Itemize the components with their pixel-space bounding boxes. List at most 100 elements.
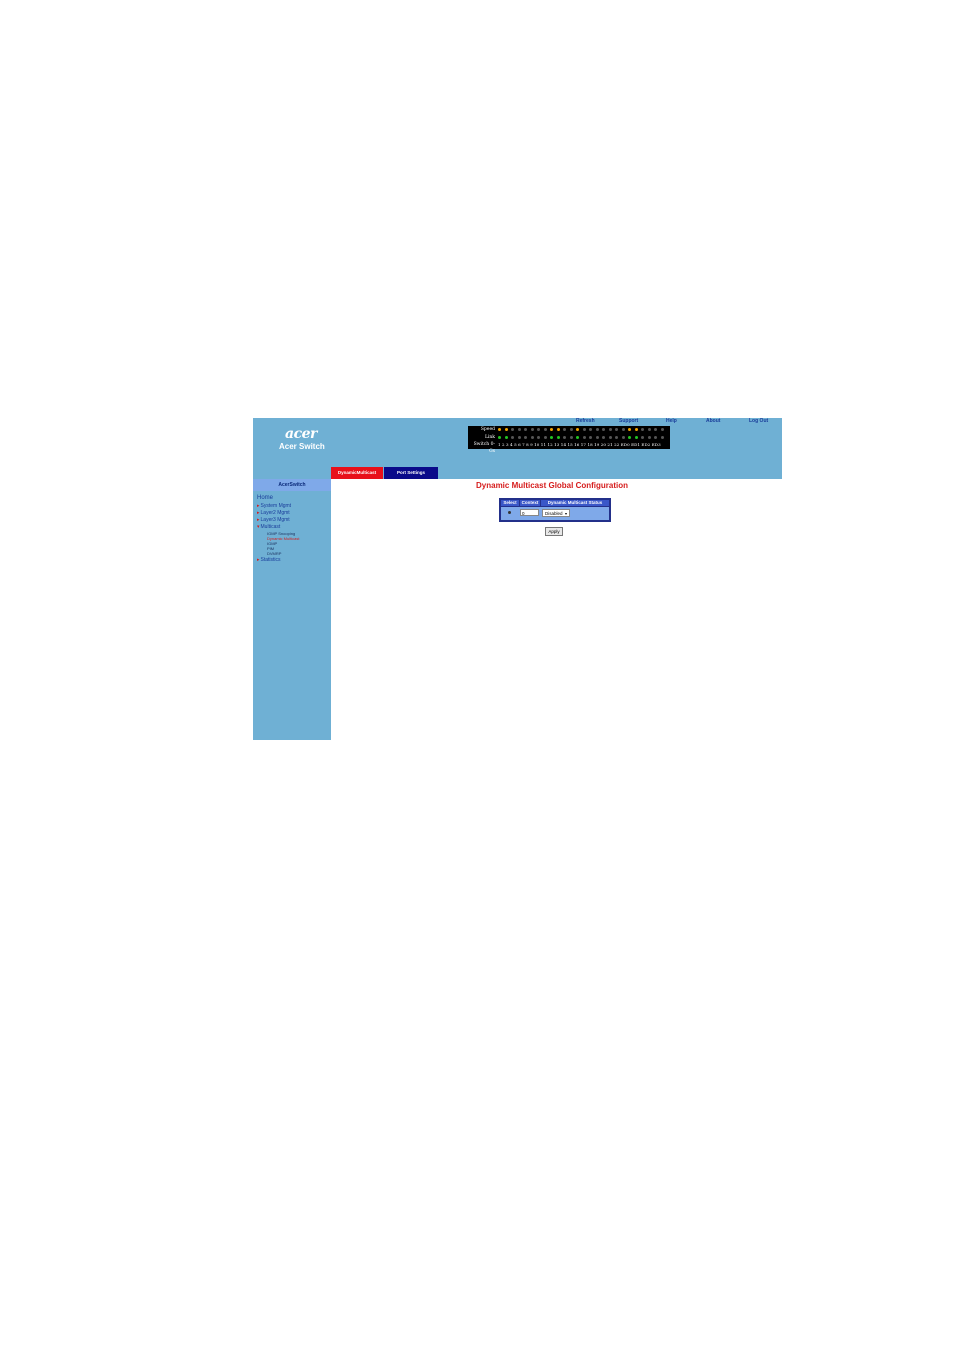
collapse-arrow-icon: ▾ (257, 524, 260, 530)
port-led (621, 428, 625, 431)
sidebar-item-multicast[interactable]: ▾Multicast (257, 524, 280, 530)
port-led (647, 428, 651, 431)
port-led (647, 436, 651, 439)
port-led (563, 436, 566, 439)
port-led (628, 428, 631, 431)
support-link[interactable]: Support (619, 418, 638, 424)
link-label: Link (484, 435, 495, 440)
port-led (608, 436, 612, 439)
port-led (634, 436, 638, 439)
acer-logo: acer (285, 426, 317, 442)
config-table: Select Context Dynamic Multicast Status … (499, 498, 611, 522)
port-led (543, 436, 547, 439)
expand-arrow-icon: ▸ (257, 503, 260, 509)
link-row: Link (468, 434, 670, 441)
tab-port-settings[interactable]: Port Settings (384, 467, 438, 479)
port-led (550, 428, 553, 431)
port-led (660, 428, 664, 431)
port-led (602, 428, 605, 431)
port-led (641, 436, 644, 439)
sidebar-item-system-mgmt[interactable]: ▸System Mgmt (257, 503, 291, 509)
header-context: Context (520, 500, 540, 506)
port-led (582, 436, 586, 439)
about-link[interactable]: About (706, 418, 720, 424)
port-led (628, 436, 631, 439)
port-led (576, 428, 579, 431)
expand-arrow-icon: ▸ (257, 510, 260, 516)
port-led (556, 428, 560, 431)
speed-row: Speed (468, 426, 670, 433)
sidebar-item-label: Layer3 Mgmt (260, 517, 290, 523)
port-led (589, 428, 592, 431)
port-led (602, 436, 605, 439)
port-led (576, 436, 579, 439)
port-led (582, 428, 586, 431)
port-number-row: Switch 0-Gs 1 2 3 4 5 6 7 8 9 10 11 12 1… (468, 441, 670, 454)
port-led (556, 436, 560, 439)
sidebar-item-label: Layer2 Mgmt (260, 510, 290, 516)
port-led (589, 436, 592, 439)
port-led (498, 436, 501, 439)
logout-link[interactable]: Log Out (749, 418, 768, 424)
switch-label: Switch 0-Gs (473, 442, 495, 454)
sidebar-item-layer3-mgmt[interactable]: ▸Layer3 Mgmt (257, 517, 290, 523)
port-led (504, 428, 508, 431)
port-led (498, 428, 501, 431)
port-led (595, 436, 599, 439)
port-led (504, 436, 508, 439)
page-title: Dynamic Multicast Global Configuration (476, 481, 629, 490)
port-led (550, 436, 553, 439)
port-led (530, 428, 534, 431)
refresh-link[interactable]: Refresh (576, 418, 595, 424)
sidebar-item-layer2-mgmt[interactable]: ▸Layer2 Mgmt (257, 510, 290, 516)
port-led (621, 436, 625, 439)
port-led (608, 428, 612, 431)
port-led (511, 428, 514, 431)
port-led (641, 428, 644, 431)
port-led (615, 436, 618, 439)
sidebar-item-statistics[interactable]: ▸Statistics (257, 557, 281, 563)
status-select[interactable]: Disabled ▾ (542, 509, 570, 517)
port-led (511, 436, 514, 439)
sidebar: AcerSwitch Home ▸System Mgmt ▸Layer2 Mgm… (253, 479, 331, 740)
port-led (517, 436, 521, 439)
port-numbers: 1 2 3 4 5 6 7 8 9 10 11 12 13 14 15 16 1… (498, 442, 661, 447)
port-led (530, 436, 534, 439)
help-link[interactable]: Help (666, 418, 677, 424)
port-led (615, 428, 618, 431)
expand-arrow-icon: ▸ (257, 517, 260, 523)
port-led (543, 428, 547, 431)
apply-button[interactable]: Apply (545, 527, 563, 536)
product-name: Acer Switch (279, 442, 325, 451)
port-led (537, 428, 540, 431)
status-value: Disabled (545, 511, 563, 516)
port-led (595, 428, 599, 431)
sidebar-item-label: Statistics (260, 557, 281, 563)
port-led (654, 428, 657, 431)
port-led (660, 436, 664, 439)
sidebar-title[interactable]: AcerSwitch (253, 479, 331, 491)
speed-label: Speed (480, 427, 495, 432)
port-status-panel: Speed Link Switch 0-Gs 1 2 3 4 5 6 7 8 9… (468, 426, 670, 454)
chevron-down-icon: ▾ (564, 511, 567, 516)
switch-web-ui: acer Acer Switch Refresh Support Help Ab… (253, 418, 782, 740)
expand-arrow-icon: ▸ (257, 557, 260, 563)
main-content: DynamicMulticast Port Settings Dynamic M… (331, 467, 782, 740)
port-led (517, 428, 521, 431)
header-status: Dynamic Multicast Status (541, 500, 609, 506)
header-select: Select (501, 500, 519, 506)
sidebar-item-label: System Mgmt (260, 503, 292, 509)
port-led (569, 428, 573, 431)
subnav-dvmrp[interactable]: DVMRP (267, 551, 281, 556)
sidebar-item-label: Multicast (260, 524, 281, 530)
sidebar-home[interactable]: Home (257, 495, 273, 501)
select-radio[interactable] (508, 511, 511, 514)
context-input[interactable]: 0 (520, 509, 539, 516)
top-links: Refresh Support Help About Log Out (576, 418, 782, 426)
port-led (537, 436, 540, 439)
tab-dynamic-multicast[interactable]: DynamicMulticast (331, 467, 383, 479)
port-led (563, 428, 566, 431)
port-led (654, 436, 657, 439)
port-led (524, 428, 527, 431)
port-led (524, 436, 527, 439)
